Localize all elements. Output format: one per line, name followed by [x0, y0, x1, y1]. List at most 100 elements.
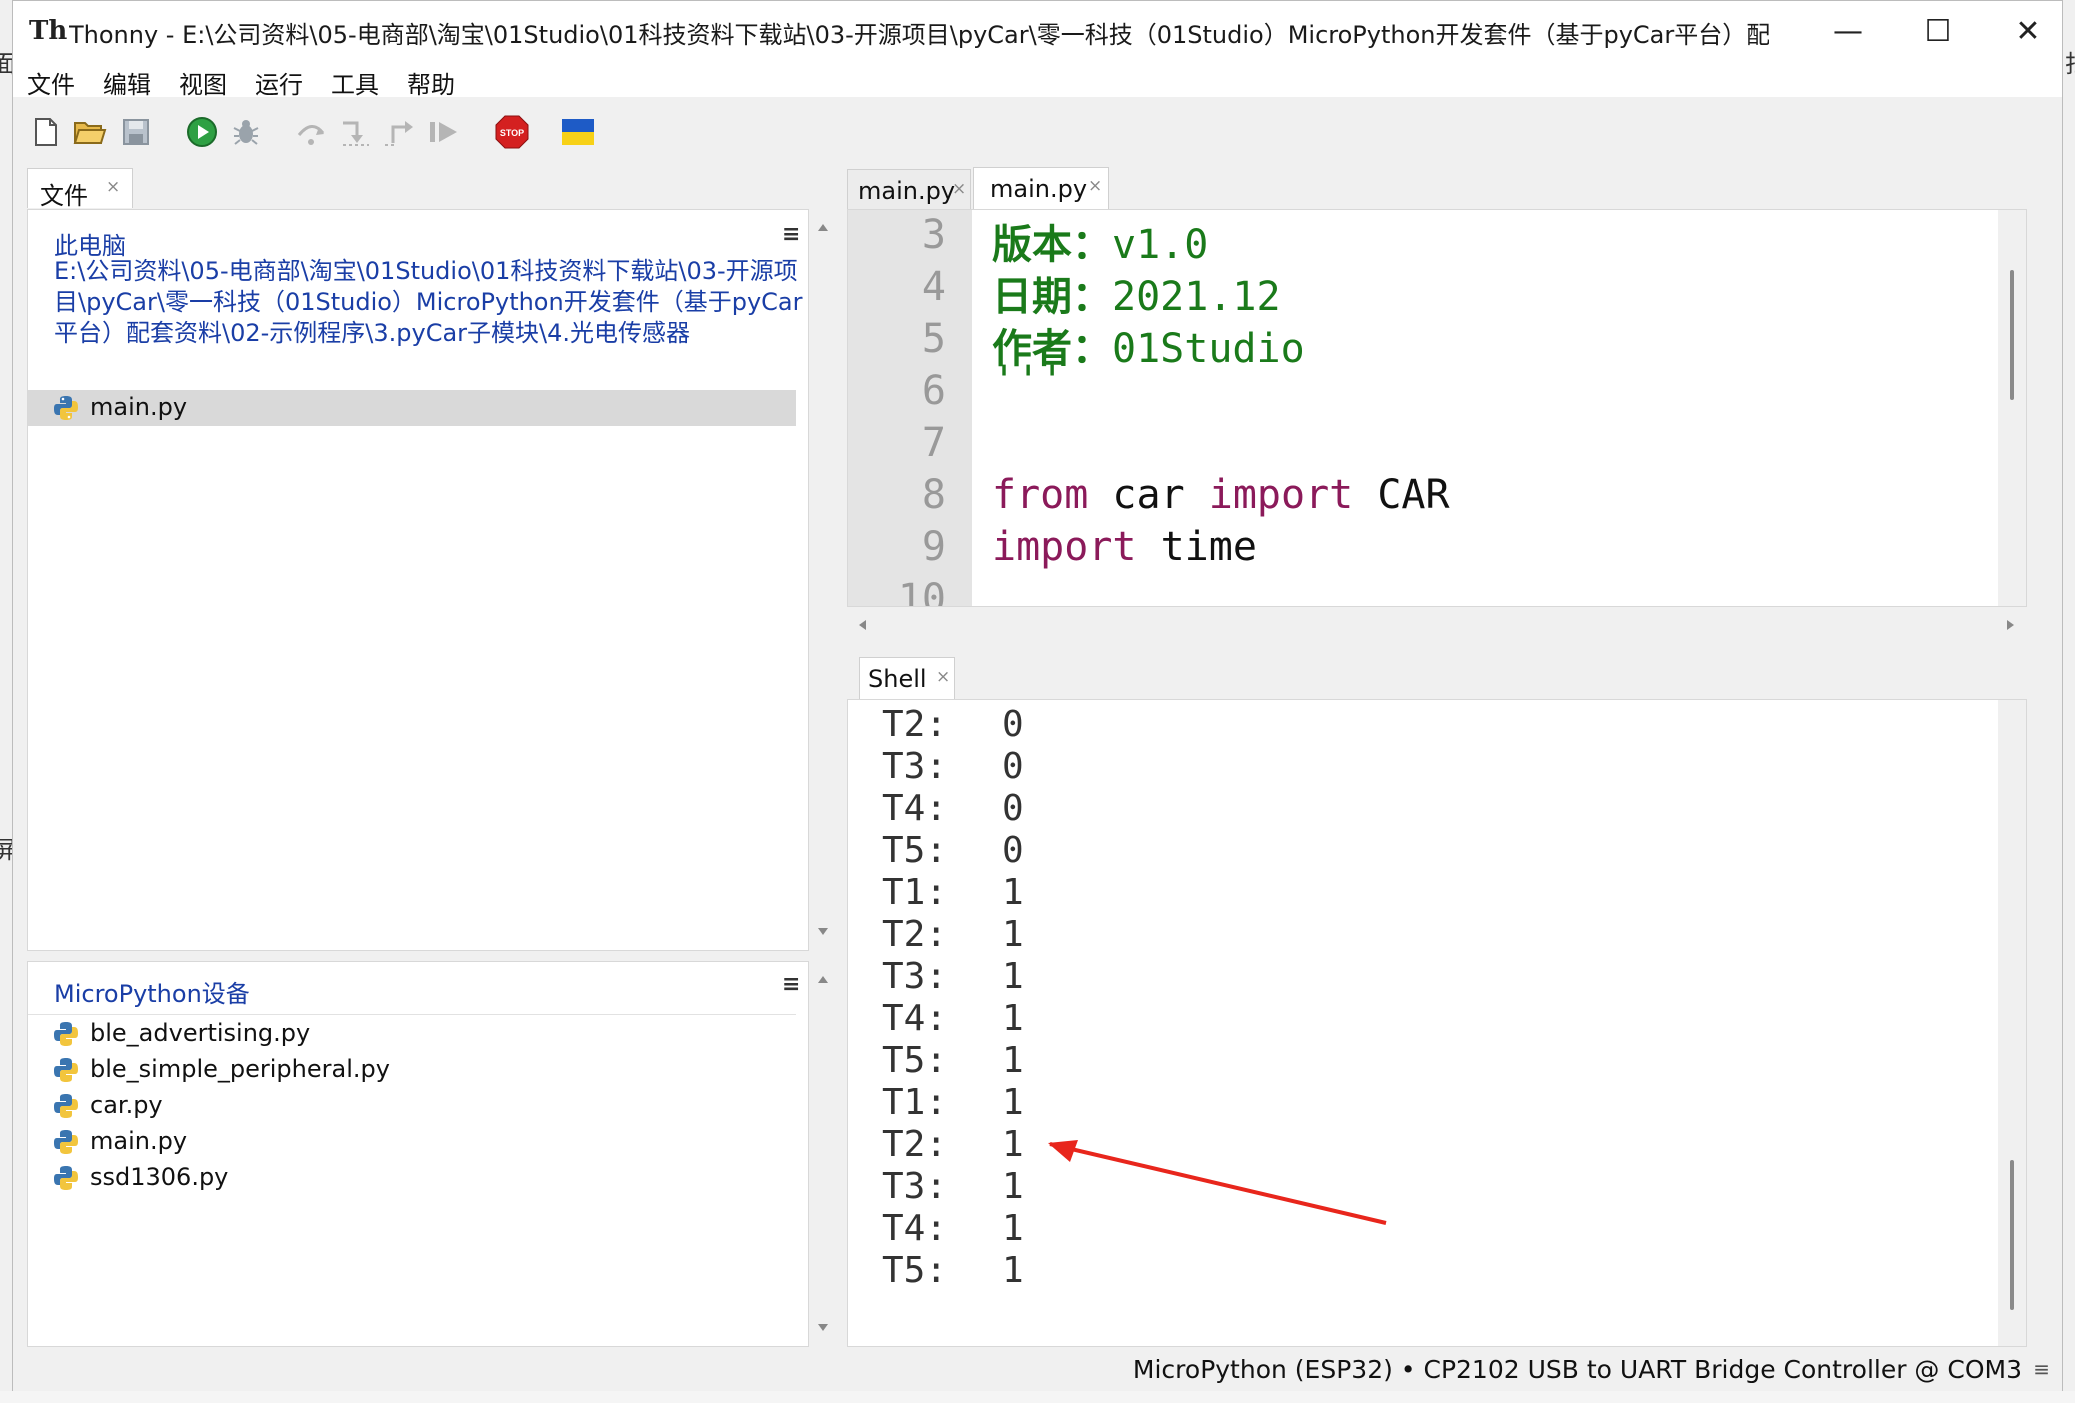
open-file-icon[interactable] [73, 115, 107, 149]
current-path-link[interactable]: E:\公司资料\05-电商部\淘宝\01Studio\01科技资料下载站\03-… [54, 256, 804, 349]
code-line: from car import CAR [992, 472, 1450, 518]
minimize-button[interactable]: — [1803, 1, 1893, 61]
desktop-bottom-edge [0, 1391, 2075, 1403]
scroll-down-arrow[interactable] [818, 928, 828, 935]
file-name: ble_advertising.py [90, 1019, 311, 1047]
code-line: import time [992, 524, 1257, 570]
step-over-icon[interactable] [295, 115, 329, 149]
menu-file[interactable]: 文件 [27, 65, 75, 100]
list-item[interactable]: ssd1306.py [28, 1160, 808, 1196]
device-title[interactable]: MicroPython设备 [54, 974, 250, 1009]
tab-main-py[interactable]: main.py × [847, 169, 971, 209]
menu-tools[interactable]: 工具 [331, 65, 379, 100]
files-scrollbar[interactable] [809, 210, 837, 950]
run-icon[interactable] [185, 115, 219, 149]
device-panel: MicroPython设备 ≡ ble_advertising.py ble_s… [27, 961, 837, 1347]
line-number: 7 [921, 420, 946, 466]
panel-menu-icon[interactable]: ≡ [782, 972, 800, 997]
scroll-down-arrow[interactable] [818, 1324, 828, 1331]
line-number: 4 [921, 264, 946, 310]
editor-horizontal-scrollbar[interactable] [847, 607, 2027, 643]
list-item[interactable]: ble_advertising.py [28, 1016, 808, 1052]
status-bar: MicroPython (ESP32) • CP2102 USB to UART… [13, 1347, 2062, 1391]
comment-text: 01Studio [1112, 326, 1305, 372]
list-item[interactable]: main.py [28, 390, 796, 426]
close-button[interactable]: ✕ [1983, 1, 2073, 61]
new-file-icon[interactable] [29, 115, 63, 149]
line-number-gutter: 3 4 5 6 7 8 9 10 [848, 210, 972, 606]
code-line: ''' [992, 358, 1065, 404]
code-text: time [1136, 524, 1257, 570]
line-number: 5 [921, 316, 946, 362]
save-icon[interactable] [119, 115, 153, 149]
menu-run[interactable]: 运行 [255, 65, 303, 100]
list-item[interactable]: ble_simple_peripheral.py [28, 1052, 808, 1088]
code-line: 版本：v1.0 [992, 212, 1208, 270]
tab-close-icon[interactable]: × [936, 667, 950, 687]
window-title: Thonny - E:\公司资料\05-电商部\淘宝\01Studio\01科技… [69, 21, 1769, 49]
scroll-left-arrow[interactable] [859, 620, 866, 630]
tab-main-py-active[interactable]: main.py × [973, 167, 1109, 209]
debug-icon[interactable] [229, 115, 263, 149]
comment-text: v1.0 [1112, 222, 1209, 268]
panel-menu-icon[interactable]: ≡ [782, 222, 800, 247]
device-scrollbar[interactable] [809, 962, 837, 1346]
maximize-button[interactable]: ☐ [1893, 1, 1983, 61]
desktop-right-edge: 扫 [2062, 0, 2075, 1403]
comment-text: 日期： [992, 274, 1112, 320]
shell-console[interactable]: T2: 0 T3: 0 T4: 0 T5: 0 T1: 1 T2: 1 T3: 1 T4: 1 T5: 1 T1: 1… [847, 699, 2027, 1347]
file-name: car.py [90, 1091, 163, 1119]
list-item[interactable]: car.py [28, 1088, 808, 1124]
menu-edit[interactable]: 编辑 [103, 65, 151, 100]
step-into-icon[interactable] [339, 115, 373, 149]
python-file-icon [54, 1130, 78, 1154]
scroll-up-arrow[interactable] [818, 976, 828, 983]
python-file-icon [54, 396, 78, 420]
ukraine-flag-icon[interactable] [561, 115, 595, 149]
menu-view[interactable]: 视图 [179, 65, 227, 100]
step-out-icon[interactable] [383, 115, 417, 149]
python-file-icon [54, 1094, 78, 1118]
code-line: 日期：2021.12 [992, 264, 1281, 322]
divider [28, 1014, 796, 1015]
line-number: 3 [921, 212, 946, 258]
toolbar: STOP [13, 97, 2062, 167]
scroll-up-arrow[interactable] [818, 224, 828, 231]
scroll-thumb[interactable] [2010, 270, 2014, 400]
tab-files-label: 文件 [40, 182, 88, 210]
tab-files[interactable]: 文件 × [27, 168, 133, 210]
resume-icon[interactable] [427, 115, 461, 149]
thonny-app-icon: Th [29, 16, 68, 46]
code-text: car [1088, 472, 1209, 518]
stop-icon[interactable]: STOP [495, 115, 529, 149]
tab-close-icon[interactable]: × [1088, 176, 1102, 196]
file-name: main.py [90, 393, 188, 421]
line-number: 10 [897, 576, 946, 607]
comment-text: 版本： [992, 222, 1112, 268]
title-bar[interactable]: Th Thonny - E:\公司资料\05-电商部\淘宝\01Studio\0… [13, 1, 2062, 61]
tab-close-icon[interactable]: × [952, 179, 966, 199]
tab-label: main.py [858, 177, 956, 205]
annotation-arrow [1048, 1140, 1387, 1225]
code-text: CAR [1353, 472, 1450, 518]
python-file-icon [54, 1058, 78, 1082]
scroll-right-arrow[interactable] [2007, 620, 2014, 630]
tab-close-icon[interactable]: × [106, 177, 120, 197]
code-editor[interactable]: 3 4 5 6 7 8 9 10 版本：v1.0 日期：2021.12 作者：0… [847, 209, 2027, 607]
tab-label: main.py [990, 175, 1088, 203]
stop-icon-label: STOP [500, 128, 524, 138]
comment-text: 2021.12 [1112, 274, 1281, 320]
resize-grip-icon[interactable]: ≡ [2033, 1357, 2050, 1381]
list-item[interactable]: main.py [28, 1124, 808, 1160]
editor-scrollbar[interactable] [1998, 210, 2026, 606]
line-number: 8 [921, 472, 946, 518]
file-name: main.py [90, 1127, 188, 1155]
tab-shell[interactable]: Shell × [859, 657, 955, 699]
thonny-window: Th Thonny - E:\公司资料\05-电商部\淘宝\01Studio\0… [12, 0, 2063, 1391]
tab-shell-label: Shell [868, 665, 927, 693]
line-number: 9 [921, 524, 946, 570]
menu-help[interactable]: 帮助 [407, 65, 455, 100]
line-number: 6 [921, 368, 946, 414]
keyword: import [1208, 472, 1354, 518]
interpreter-status[interactable]: MicroPython (ESP32) • CP2102 USB to UART… [1133, 1355, 2022, 1384]
